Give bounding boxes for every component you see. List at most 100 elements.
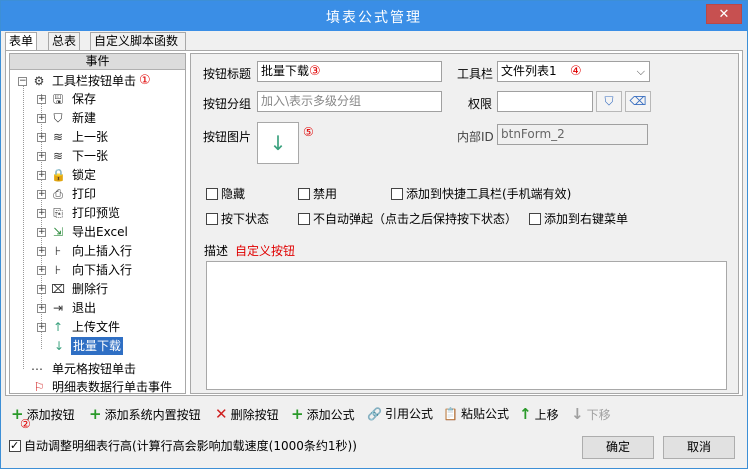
- toolbar-select[interactable]: 文件列表1 ④ ⌵: [497, 61, 650, 82]
- tree-item-label: 锁定: [72, 168, 97, 182]
- disable-checkbox[interactable]: 禁用: [298, 186, 337, 202]
- add-system-button[interactable]: + 添加系统内置按钮: [89, 405, 201, 423]
- description-textarea[interactable]: [206, 261, 727, 390]
- tree-item[interactable]: + ⛉ 新建: [10, 109, 185, 127]
- window-title: 填表公式管理: [326, 10, 422, 26]
- expand-icon[interactable]: +: [37, 152, 46, 161]
- gear-icon: ⚙: [33, 74, 45, 88]
- permission-label: 权限: [468, 97, 493, 111]
- checkbox-box[interactable]: [9, 438, 21, 454]
- paste-formula-label: 粘贴公式: [460, 407, 509, 421]
- tree-root-detail-row-click[interactable]: ⚐ 明细表数据行单击事件: [10, 378, 185, 396]
- save-icon: 🖫: [52, 92, 64, 106]
- shield-icon: ⛉: [53, 111, 63, 125]
- close-button[interactable]: ✕: [706, 4, 742, 24]
- group-input[interactable]: 加入\表示多级分组: [257, 91, 442, 112]
- tree-root-toolbar-click[interactable]: − ⚙ 工具栏按钮单击 ①: [10, 72, 185, 90]
- move-down-label: 下移: [586, 408, 611, 422]
- group-label: 按钮分组: [203, 97, 252, 111]
- expand-icon[interactable]: +: [37, 171, 46, 180]
- internal-id-input: btnForm_2: [497, 124, 648, 145]
- expand-icon[interactable]: +: [37, 323, 46, 332]
- checkbox-box[interactable]: [206, 188, 218, 200]
- tree-item[interactable]: + ⊦ 向上插入行: [10, 242, 185, 260]
- tree-root-label: 工具栏按钮单击: [52, 74, 137, 88]
- arrow-down-icon: ↓: [571, 405, 584, 423]
- insert-up-icon: ⊦: [54, 244, 62, 258]
- checkbox-box[interactable]: [298, 188, 310, 200]
- checkbox-label: 隐藏: [221, 187, 246, 201]
- expand-icon[interactable]: +: [37, 209, 46, 218]
- upload-icon: ↑: [52, 320, 64, 334]
- expand-icon[interactable]: +: [37, 247, 46, 256]
- expand-icon[interactable]: +: [37, 285, 46, 294]
- checkbox-box[interactable]: [529, 213, 541, 225]
- paste-formula-button[interactable]: 📋 粘贴公式: [443, 405, 509, 423]
- button-image-picker[interactable]: ↓: [257, 122, 299, 164]
- tree-item[interactable]: + ⇥ 退出: [10, 299, 185, 317]
- auto-height-checkbox[interactable]: 自动调整明细表行高(计算行高会影响加载速度(1000条约1秒)): [9, 438, 357, 454]
- cancel-button[interactable]: 取消: [663, 436, 735, 459]
- expand-icon[interactable]: +: [37, 114, 46, 123]
- expand-icon[interactable]: +: [37, 190, 46, 199]
- expand-icon[interactable]: +: [37, 266, 46, 275]
- permission-shield-button[interactable]: ⛉: [596, 91, 622, 112]
- image-label: 按钮图片: [203, 130, 252, 144]
- main-panel: 事件 − ⚙ 工具栏按钮单击 ① + 🖫 保存 + ⛉ 新建 + ≋ 上一张 +…: [5, 50, 743, 396]
- move-up-label: 上移: [534, 408, 559, 422]
- expand-icon[interactable]: +: [37, 304, 46, 313]
- permission-input[interactable]: [497, 91, 593, 112]
- ref-formula-button[interactable]: 🔗 引用公式: [367, 405, 433, 423]
- tree-item[interactable]: + 🔒 锁定: [10, 166, 185, 184]
- checkbox-box[interactable]: [206, 213, 218, 225]
- add-formula-button[interactable]: + 添加公式: [291, 405, 355, 423]
- checkbox-label: 不自动弹起（点击之后保持按下状态）: [313, 212, 518, 226]
- move-up-button[interactable]: ↑ 上移: [519, 405, 559, 423]
- tree-item-label: 向上插入行: [72, 244, 133, 258]
- tree-item-label: 上传文件: [72, 320, 121, 334]
- title-input[interactable]: 批量下载③: [257, 61, 442, 82]
- auto-height-label: 自动调整明细表行高(计算行高会影响加载速度(1000条约1秒)): [24, 439, 357, 453]
- tree-item[interactable]: + ↑ 上传文件: [10, 318, 185, 336]
- flag-icon: ⚐: [33, 380, 45, 394]
- expand-icon[interactable]: +: [37, 95, 46, 104]
- checkbox-label: 按下状态: [221, 212, 270, 226]
- context-menu-checkbox[interactable]: 添加到右键菜单: [529, 211, 628, 227]
- tab-form[interactable]: 表单: [5, 32, 37, 51]
- tree-root-cell-button-click[interactable]: ⋯ 单元格按钮单击: [10, 360, 185, 378]
- no-auto-popup-checkbox[interactable]: 不自动弹起（点击之后保持按下状态）: [298, 211, 517, 227]
- hide-checkbox[interactable]: 隐藏: [206, 186, 245, 202]
- ok-button[interactable]: 确定: [582, 436, 654, 459]
- tab-summary[interactable]: 总表: [48, 32, 80, 50]
- tree-item[interactable]: + ⊦ 向下插入行: [10, 261, 185, 279]
- tab-custom-script[interactable]: 自定义脚本函数: [90, 32, 186, 50]
- tree-item[interactable]: + ≋ 下一张: [10, 147, 185, 165]
- checkbox-box[interactable]: [298, 213, 310, 225]
- toolbar-label: 工具栏: [457, 67, 494, 81]
- expand-icon[interactable]: +: [37, 228, 46, 237]
- delete-button-button[interactable]: ✕ 删除按钮: [215, 405, 279, 423]
- tree-item[interactable]: + ⌧ 删除行: [10, 280, 185, 298]
- pressed-state-checkbox[interactable]: 按下状态: [206, 211, 269, 227]
- print-preview-icon: ⎘: [53, 206, 63, 220]
- tree-item-label: 删除行: [72, 282, 109, 296]
- move-down-button[interactable]: ↓ 下移: [571, 405, 611, 423]
- tree-item-selected[interactable]: ↓ 批量下载: [10, 337, 185, 355]
- collapse-icon[interactable]: −: [18, 77, 27, 86]
- checkbox-box[interactable]: [391, 188, 403, 200]
- tree-item[interactable]: + 🖫 保存: [10, 90, 185, 108]
- chevron-down-icon: ⌵: [636, 65, 645, 78]
- marker-1: ①: [139, 73, 151, 88]
- add-formula-label: 添加公式: [306, 408, 355, 422]
- tree-item[interactable]: + ⎘ 打印预览: [10, 204, 185, 222]
- permission-clear-button[interactable]: ⌫: [625, 91, 651, 112]
- expand-icon[interactable]: +: [37, 133, 46, 142]
- marker-3: ③: [309, 64, 321, 79]
- quick-toolbar-checkbox[interactable]: 添加到快捷工具栏(手机端有效): [391, 186, 571, 202]
- tree-item[interactable]: + ⎙ 打印: [10, 185, 185, 203]
- tree-item[interactable]: + ≋ 上一张: [10, 128, 185, 146]
- checkbox-label: 添加到快捷工具栏(手机端有效): [406, 187, 572, 201]
- print-icon: ⎙: [53, 187, 63, 201]
- tree-item[interactable]: + ⇲ 导出Excel: [10, 223, 185, 241]
- export-icon: ⇲: [52, 225, 64, 239]
